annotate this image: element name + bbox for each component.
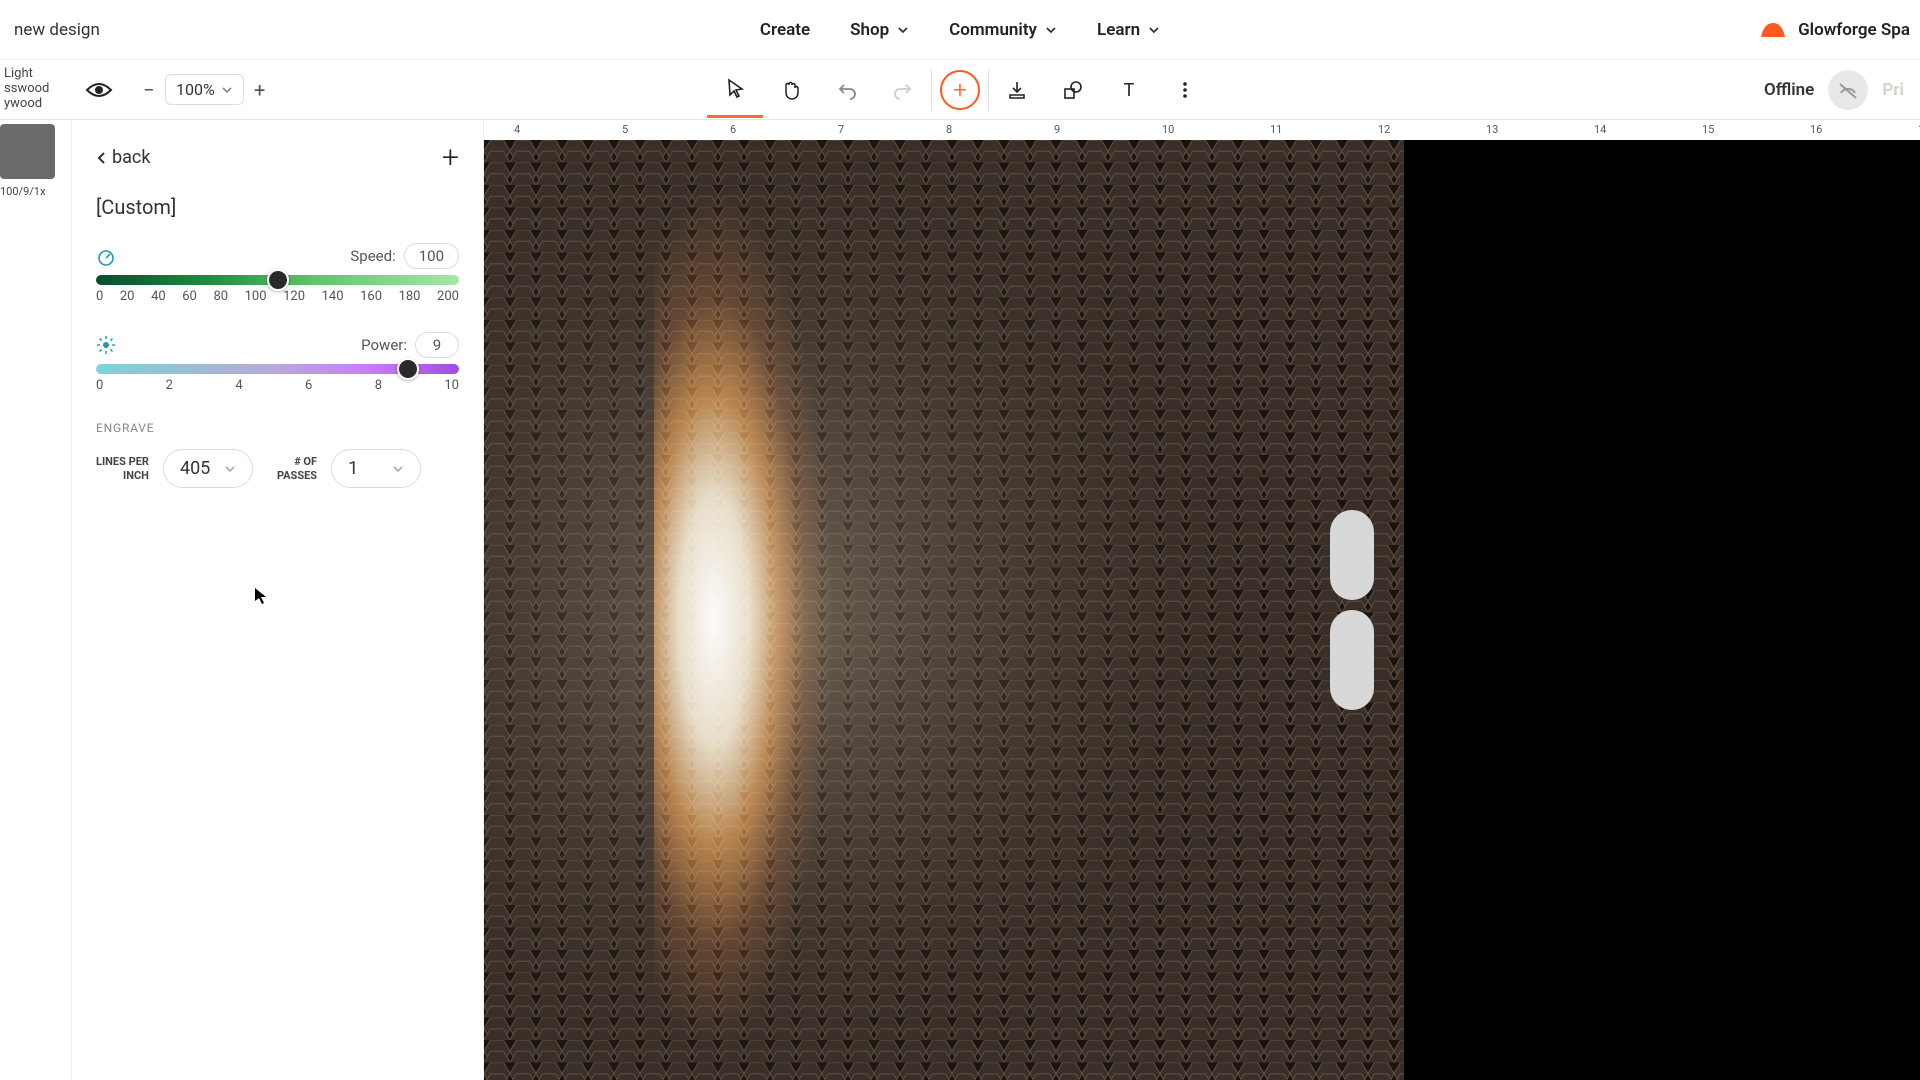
redo-button[interactable] bbox=[875, 62, 931, 118]
chevron-down-icon bbox=[1148, 24, 1160, 36]
engrave-controls: LINES PERINCH 405 # OFPASSES 1 bbox=[96, 449, 459, 488]
nav-shop[interactable]: Shop bbox=[850, 20, 909, 40]
chevron-down-icon bbox=[221, 84, 233, 96]
pan-tool[interactable] bbox=[763, 62, 819, 118]
shape-tool[interactable] bbox=[1045, 62, 1101, 118]
workspace: 100/9/1x back + [Custom] Speed: 100 02040… bbox=[0, 120, 1920, 1080]
layer-caption: 100/9/1x bbox=[0, 185, 71, 198]
lpi-select[interactable]: 405 bbox=[163, 449, 253, 488]
power-knob[interactable] bbox=[397, 358, 419, 380]
chevron-left-icon bbox=[96, 151, 106, 165]
redo-icon bbox=[892, 79, 914, 101]
eye-icon bbox=[85, 80, 113, 100]
speed-knob[interactable] bbox=[267, 269, 289, 291]
speed-label: Speed: bbox=[350, 247, 395, 265]
undo-button[interactable] bbox=[819, 62, 875, 118]
material-text: Light sswood ywood bbox=[4, 66, 49, 111]
main-nav: Create Shop Community Learn bbox=[760, 20, 1160, 40]
account-name: Glowforge Spa bbox=[1798, 20, 1910, 40]
speed-input[interactable]: 100 bbox=[404, 243, 459, 269]
import-icon bbox=[1006, 79, 1028, 101]
more-menu[interactable] bbox=[1157, 62, 1213, 118]
nav-learn-label: Learn bbox=[1097, 20, 1140, 40]
zoom-value: 100% bbox=[176, 80, 215, 99]
power-ticks: 0246810 bbox=[96, 378, 459, 393]
plus-circle-icon: + bbox=[940, 70, 980, 110]
panel-header: back + bbox=[96, 140, 459, 175]
lpi-value: 405 bbox=[180, 458, 210, 479]
offline-icon bbox=[1837, 79, 1859, 101]
speed-icon bbox=[96, 246, 116, 266]
nav-shop-label: Shop bbox=[850, 20, 889, 40]
back-button[interactable]: back bbox=[96, 147, 150, 168]
select-tool[interactable] bbox=[707, 62, 763, 118]
zoom-controls: − 100% + bbox=[135, 74, 274, 105]
glowforge-logo-icon bbox=[1758, 19, 1788, 41]
shapes-icon bbox=[1062, 79, 1084, 101]
machine-status: Offline Pri bbox=[1764, 70, 1904, 110]
camera-bed-view bbox=[484, 140, 1404, 1080]
status-text: Offline bbox=[1764, 80, 1814, 100]
passes-value: 1 bbox=[348, 458, 358, 479]
back-label: back bbox=[112, 147, 150, 168]
visibility-toggle[interactable] bbox=[85, 80, 113, 100]
top-navbar: new design Create Shop Community Learn G… bbox=[0, 0, 1920, 60]
speed-ticks: 020406080100120140160180200 bbox=[96, 289, 459, 304]
layer-thumbnail[interactable] bbox=[0, 124, 55, 179]
undo-icon bbox=[836, 79, 858, 101]
power-slider[interactable] bbox=[96, 364, 459, 374]
chevron-down-icon bbox=[897, 24, 909, 36]
text-icon: T bbox=[1118, 79, 1140, 101]
text-tool[interactable]: T bbox=[1101, 62, 1157, 118]
import-button[interactable] bbox=[989, 62, 1045, 118]
toolbar: Light sswood ywood − 100% + + T Offline … bbox=[0, 60, 1920, 120]
add-preset-button[interactable]: + bbox=[442, 140, 459, 175]
engrave-section-label: ENGRAVE bbox=[96, 421, 459, 435]
status-indicator[interactable] bbox=[1828, 70, 1868, 110]
dots-vertical-icon bbox=[1174, 79, 1196, 101]
material-badge[interactable]: Light sswood ywood bbox=[0, 67, 55, 112]
nav-learn[interactable]: Learn bbox=[1097, 20, 1160, 40]
zoom-select[interactable]: 100% bbox=[165, 74, 244, 105]
tray-handle bbox=[1330, 610, 1374, 710]
passes-select[interactable]: 1 bbox=[331, 449, 421, 488]
power-label-group: Power: 9 bbox=[361, 332, 459, 358]
tray-handle bbox=[1330, 510, 1374, 600]
lpi-label: LINES PERINCH bbox=[96, 455, 149, 481]
settings-panel: back + [Custom] Speed: 100 02040608010012… bbox=[72, 120, 484, 1080]
add-artwork-button[interactable]: + bbox=[932, 62, 988, 118]
laser-glow bbox=[654, 140, 894, 1080]
nav-community-label: Community bbox=[949, 20, 1037, 40]
account-menu[interactable]: Glowforge Spa bbox=[1758, 19, 1910, 41]
passes-label: # OFPASSES bbox=[277, 455, 317, 481]
hand-icon bbox=[780, 79, 802, 101]
chevron-down-icon bbox=[1045, 24, 1057, 36]
speed-label-group: Speed: 100 bbox=[350, 243, 459, 269]
ruler-horizontal: 4567891011121314151617 bbox=[484, 120, 1920, 140]
svg-text:T: T bbox=[1124, 80, 1135, 101]
chevron-down-icon bbox=[224, 463, 236, 475]
tool-group: + T bbox=[707, 62, 1213, 118]
print-button[interactable]: Pri bbox=[1882, 80, 1904, 100]
design-name[interactable]: new design bbox=[0, 20, 100, 40]
nav-create[interactable]: Create bbox=[760, 20, 810, 40]
speed-slider[interactable] bbox=[96, 275, 459, 285]
speed-header: Speed: 100 bbox=[96, 243, 459, 269]
power-label: Power: bbox=[361, 336, 407, 354]
nav-community[interactable]: Community bbox=[949, 20, 1057, 40]
cursor-icon bbox=[254, 587, 268, 605]
chevron-down-icon bbox=[392, 463, 404, 475]
zoom-in-button[interactable]: + bbox=[246, 76, 274, 104]
sun-icon bbox=[96, 335, 116, 355]
power-header: Power: 9 bbox=[96, 332, 459, 358]
crumb-tray-pattern bbox=[484, 140, 1404, 1080]
canvas[interactable]: 4567891011121314151617 bbox=[484, 120, 1920, 1080]
zoom-out-button[interactable]: − bbox=[135, 76, 163, 104]
power-input[interactable]: 9 bbox=[415, 332, 459, 358]
nav-create-label: Create bbox=[760, 20, 810, 40]
layers-column: 100/9/1x bbox=[0, 120, 72, 1080]
preset-name[interactable]: [Custom] bbox=[96, 195, 459, 219]
pointer-icon bbox=[724, 77, 746, 99]
